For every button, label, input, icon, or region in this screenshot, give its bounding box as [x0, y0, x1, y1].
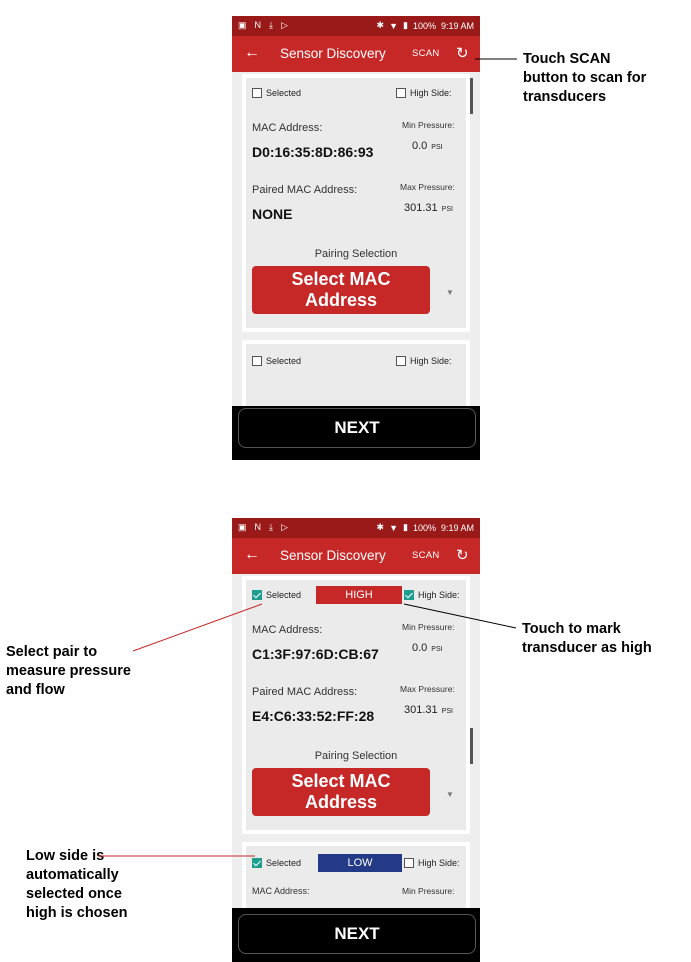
- callout-line-select-pair: [132, 603, 263, 652]
- callout-lines: [98, 58, 517, 857]
- callout-line-mark-high: [403, 603, 517, 629]
